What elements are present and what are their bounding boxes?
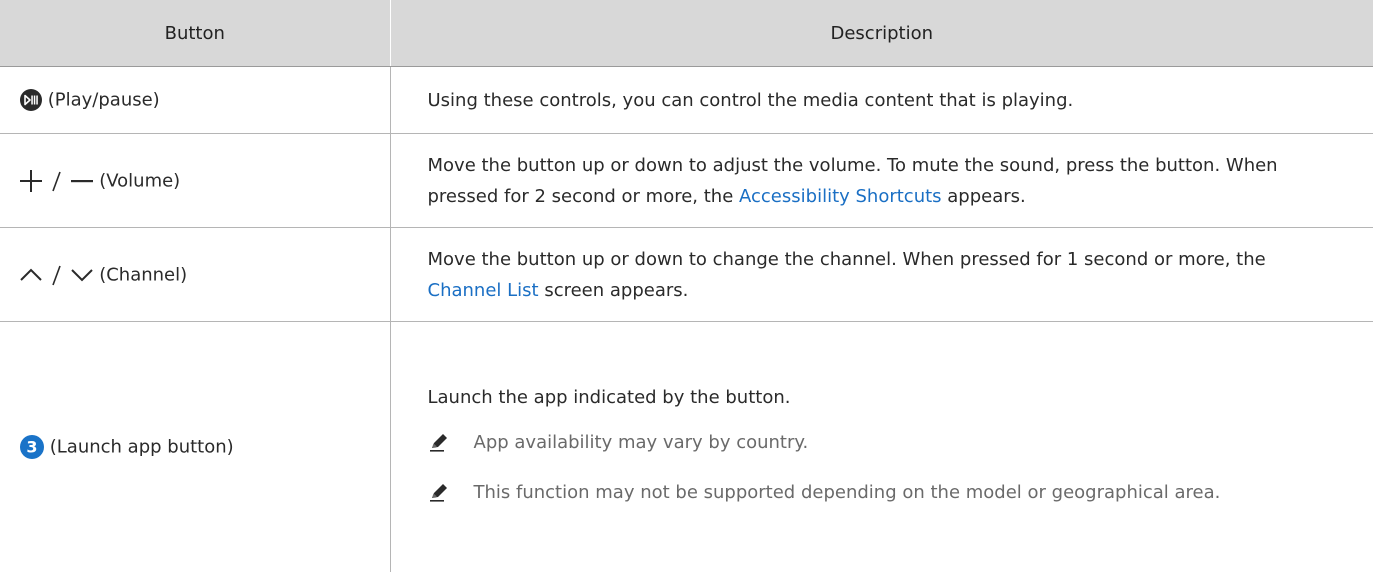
description-cell-channel: Move the button up or down to change the… [390,228,1373,322]
button-label-app: (Launch app button) [50,437,234,458]
minus-icon [71,170,93,192]
table-row: (Volume) Move the button up or down to a… [0,134,1373,228]
table-row: 3 (Launch app button) Launch the app ind… [0,322,1373,572]
header-button: Button [0,0,390,67]
button-label-volume: (Volume) [99,170,180,191]
description-text: Using these controls, you can control th… [428,90,1074,111]
button-label-play: (Play/pause) [48,90,160,111]
description-text-part2: screen appears. [539,280,689,301]
button-cell-app: 3 (Launch app button) [0,322,390,572]
pencil-icon [428,477,474,513]
table-row: (Play/pause) Using these controls, you c… [0,67,1373,134]
note-item: App availability may vary by country. [428,427,1334,463]
button-cell-play: (Play/pause) [0,67,390,134]
description-text: Launch the app indicated by the button. [428,382,1334,413]
slash-separator-icon [48,170,66,192]
channel-list-link[interactable]: Channel List [428,280,539,301]
play-pause-icon [20,89,42,111]
description-text-part1: Move the button up or down to change the… [428,249,1266,270]
table-header-row: Button Description [0,0,1373,67]
header-description: Description [390,0,1373,67]
pencil-icon [428,427,474,463]
description-text-part2: appears. [942,186,1026,207]
description-cell-volume: Move the button up or down to adjust the… [390,134,1373,228]
svg-text:3: 3 [26,438,37,457]
note-text: App availability may vary by country. [474,427,1334,458]
description-cell-app: Launch the app indicated by the button. … [390,322,1373,572]
slash-separator-icon [48,264,66,286]
accessibility-shortcuts-link[interactable]: Accessibility Shortcuts [739,186,942,207]
description-cell-play: Using these controls, you can control th… [390,67,1373,134]
note-text: This function may not be supported depen… [474,477,1334,508]
note-item: This function may not be supported depen… [428,477,1334,513]
app-number-3-icon: 3 [20,435,44,459]
chevron-down-icon [71,268,93,282]
plus-icon [20,170,42,192]
button-cell-channel: (Channel) [0,228,390,322]
button-description-table: Button Description (Play/pause) Usin [0,0,1373,572]
chevron-up-icon [20,268,42,282]
button-label-channel: (Channel) [99,264,187,285]
button-cell-volume: (Volume) [0,134,390,228]
table-row: (Channel) Move the button up or down to … [0,228,1373,322]
